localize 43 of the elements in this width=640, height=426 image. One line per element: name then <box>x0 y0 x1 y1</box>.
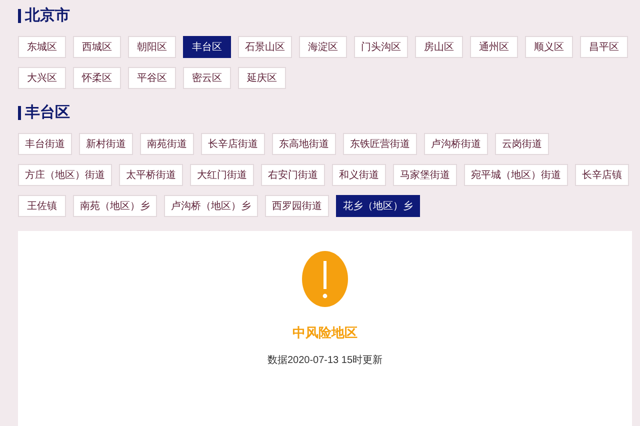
section-title: 北京市 <box>25 6 70 26</box>
area-button[interactable]: 大兴区 <box>18 67 66 89</box>
area-button[interactable]: 宛平城（地区）街道 <box>464 164 568 186</box>
area-button[interactable]: 西城区 <box>73 36 121 58</box>
area-button[interactable]: 通州区 <box>470 36 518 58</box>
area-button[interactable]: 朝阳区 <box>128 36 176 58</box>
area-button[interactable]: 昌平区 <box>580 36 628 58</box>
area-button[interactable]: 太平桥街道 <box>119 164 183 186</box>
area-button[interactable]: 怀柔区 <box>73 67 121 89</box>
area-button[interactable]: 卢沟桥街道 <box>424 133 488 155</box>
area-button[interactable]: 延庆区 <box>238 67 286 89</box>
heading-marker <box>18 106 21 120</box>
area-button[interactable]: 丰台街道 <box>18 133 72 155</box>
area-button[interactable]: 花乡（地区）乡 <box>336 195 420 217</box>
area-button[interactable]: 顺义区 <box>525 36 573 58</box>
area-button[interactable]: 和义街道 <box>332 164 386 186</box>
area-button[interactable]: 东城区 <box>18 36 66 58</box>
section-title: 丰台区 <box>25 102 70 123</box>
area-button[interactable]: 王佐镇 <box>18 195 66 217</box>
area-button[interactable]: 门头沟区 <box>354 36 408 58</box>
area-button[interactable]: 马家堡街道 <box>393 164 457 186</box>
area-button[interactable]: 东高地街道 <box>272 133 336 155</box>
heading-marker <box>18 9 21 23</box>
area-button[interactable]: 房山区 <box>415 36 463 58</box>
area-button[interactable]: 密云区 <box>183 67 231 89</box>
area-button[interactable]: 平谷区 <box>128 67 176 89</box>
area-button[interactable]: 东铁匠营街道 <box>343 133 417 155</box>
area-button[interactable]: 卢沟桥（地区）乡 <box>164 195 258 217</box>
area-button[interactable]: 西罗园街道 <box>265 195 329 217</box>
risk-level: 中风险地区 <box>292 324 358 342</box>
area-button[interactable]: 右安门街道 <box>261 164 325 186</box>
area-button[interactable]: 云岗街道 <box>495 133 549 155</box>
area-button[interactable]: 南苑街道 <box>140 133 194 155</box>
area-button[interactable]: 南苑（地区）乡 <box>73 195 157 217</box>
update-time: 数据2020-07-13 15时更新 <box>267 354 383 368</box>
area-button[interactable]: 大红门街道 <box>190 164 254 186</box>
area-button[interactable]: 长辛店镇 <box>575 164 629 186</box>
area-button[interactable]: 丰台区 <box>183 36 231 58</box>
area-button[interactable]: 长辛店街道 <box>201 133 265 155</box>
area-button[interactable]: 新村街道 <box>79 133 133 155</box>
area-button[interactable]: 石景山区 <box>238 36 292 58</box>
area-button[interactable]: 方庄（地区）街道 <box>18 164 112 186</box>
area-button[interactable]: 海淀区 <box>299 36 347 58</box>
